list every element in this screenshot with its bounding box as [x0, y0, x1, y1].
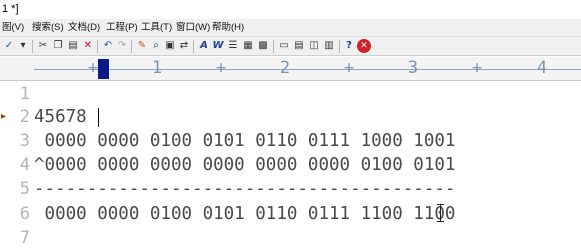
ruler-mark-2: 2	[279, 58, 291, 78]
ruler-line	[34, 69, 581, 70]
editor-line-current: ▸ 2 45678	[0, 105, 581, 129]
window-icon[interactable]: ▭	[277, 39, 291, 53]
columns-icon[interactable]: ▦	[241, 39, 255, 53]
line-number: 2	[19, 107, 30, 127]
ruler-plus: +	[471, 58, 483, 78]
menu-search[interactable]: 搜索(S)	[32, 19, 64, 36]
ruler-cursor	[98, 59, 109, 79]
line-number: 1	[19, 84, 30, 104]
find-files-icon[interactable]: ▣	[163, 39, 177, 53]
toolbar-separator	[131, 40, 132, 53]
stop-icon[interactable]: ✕	[357, 39, 371, 53]
ruler-mark-4: 4	[536, 58, 548, 78]
dropdown-icon[interactable]: ▾	[16, 39, 30, 53]
line-text[interactable]: 0000 0000 0100 0101 0110 0111 1000 1001	[34, 129, 456, 153]
text-editor[interactable]: 1 ▸ 2 45678 3 0000 0000 0100 0101 0110 0…	[0, 82, 581, 249]
ruler-plus: +	[343, 58, 355, 78]
undo-icon[interactable]: ↶	[101, 39, 115, 53]
menu-bar: 图(V) 搜索(S) 文档(D) 工程(P) 工具(T) 窗口(W) 帮助(H)	[0, 19, 581, 37]
toolbar-separator	[339, 40, 340, 53]
toolbar-separator	[32, 40, 33, 53]
title-bar: 1 *]	[0, 0, 581, 19]
ruler-gutter	[0, 57, 34, 80]
toolbar-separator	[193, 40, 194, 53]
editor-line: 1	[0, 82, 581, 106]
line-number: 3	[19, 131, 30, 151]
font-icon[interactable]: A	[197, 39, 211, 53]
line-text[interactable]: ^0000 0000 0000 0000 0000 0000 0100 0101	[34, 153, 455, 177]
spellcheck-icon[interactable]: ✓	[2, 39, 16, 53]
toolbar: ✓ ▾ ✂ ❐ ▤ ✕ ↶ ↷ ✎ ⌕ ▣ ⇄ A W ☰ ▦ ▩ ▭ ▤ ◫ …	[0, 37, 581, 56]
menu-window[interactable]: 窗口(W)	[176, 19, 210, 36]
editor-line: 7	[0, 226, 581, 249]
toolbar-separator	[273, 40, 274, 53]
find-icon[interactable]: ⌕	[149, 39, 163, 53]
toolbar-separator	[97, 40, 98, 53]
paste-icon[interactable]: ▤	[66, 39, 80, 53]
cut-icon[interactable]: ✂	[36, 39, 50, 53]
text-caret	[98, 108, 99, 127]
redo-icon[interactable]: ↷	[115, 39, 129, 53]
line-number: 7	[19, 228, 30, 248]
menu-tools[interactable]: 工具(T)	[141, 19, 172, 36]
editor-line: 3 0000 0000 0100 0101 0110 0111 1000 100…	[0, 129, 581, 153]
line-number: 4	[19, 155, 30, 175]
editor-line: 6 0000 0000 0100 0101 0110 0111 1100 110…	[0, 202, 581, 226]
window-title: 1 *]	[2, 3, 19, 15]
window-cascade-icon[interactable]: ◫	[307, 39, 321, 53]
delete-icon[interactable]: ✕	[81, 39, 95, 53]
line-text[interactable]: 45678	[34, 105, 87, 129]
window-tile-icon[interactable]: ▤	[292, 39, 306, 53]
window-list-icon[interactable]: ▥	[322, 39, 336, 53]
ruler: + 1 + 2 + 3 + 4	[0, 57, 581, 81]
wordwrap-icon[interactable]: W	[211, 39, 225, 53]
replace-icon[interactable]: ⇄	[177, 39, 191, 53]
format-icon[interactable]: ✎	[135, 39, 149, 53]
ruler-plus: +	[215, 58, 227, 78]
menu-view[interactable]: 图(V)	[2, 19, 24, 36]
mouse-ibeam-cursor-icon	[437, 204, 448, 222]
ruler-mark-3: 3	[407, 58, 419, 78]
line-text[interactable]: ----------------------------------------	[34, 177, 455, 201]
line-number: 6	[19, 204, 30, 224]
menu-document[interactable]: 文档(D)	[68, 19, 100, 36]
line-text[interactable]: 0000 0000 0100 0101 0110 0111 1100 1100	[34, 202, 456, 226]
list-icon[interactable]: ☰	[226, 39, 240, 53]
menu-help[interactable]: 帮助(H)	[212, 19, 244, 36]
ruler-mark-1: 1	[151, 58, 163, 78]
editor-line: 5 --------------------------------------…	[0, 177, 581, 201]
line-number: 5	[19, 179, 30, 199]
grid-icon[interactable]: ▩	[256, 39, 270, 53]
editor-line: 4 ^0000 0000 0000 0000 0000 0000 0100 01…	[0, 153, 581, 177]
help-icon[interactable]: ?	[342, 39, 356, 53]
copy-icon[interactable]: ❐	[51, 39, 65, 53]
menu-project[interactable]: 工程(P)	[106, 19, 138, 36]
